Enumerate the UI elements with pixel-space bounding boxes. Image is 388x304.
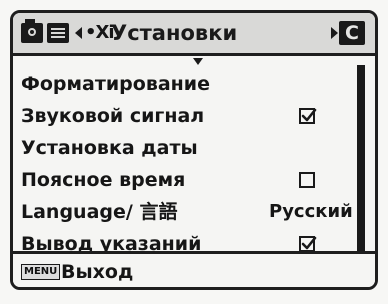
page-title: Установки xyxy=(111,21,238,45)
menu-item-date-setting[interactable]: Установка даты xyxy=(13,133,353,163)
menu-item-label: Форматирование xyxy=(21,73,210,95)
menu-button-key[interactable]: MENU xyxy=(21,264,61,280)
playback-line xyxy=(51,28,65,30)
menu-item-label: Поясное время xyxy=(21,169,186,191)
camera-hump-shape xyxy=(25,19,35,24)
camera-tab-icon[interactable] xyxy=(21,19,43,43)
timezone-checkbox[interactable] xyxy=(299,172,315,188)
playback-line xyxy=(51,32,65,34)
tab-right-arrow-icon[interactable] xyxy=(331,27,338,39)
setup-tab-icon[interactable]: •Xi xyxy=(85,23,115,43)
playback-tab-icon[interactable] xyxy=(47,23,69,43)
menu-item-label: Звуковой сигнал xyxy=(21,105,205,127)
scrollbar-thumb[interactable] xyxy=(357,65,365,251)
custom-tab[interactable]: C xyxy=(339,21,365,45)
beep-checkbox[interactable] xyxy=(299,108,317,124)
menu-item-label: Установка даты xyxy=(21,137,198,159)
menu-header: •Xi Установки C xyxy=(13,13,375,56)
menu-item-format[interactable]: Форматирование xyxy=(13,69,353,99)
language-value: Русский xyxy=(269,201,353,222)
menu-footer: MENU Выход xyxy=(13,251,375,287)
menu-item-language[interactable]: Language/ 言語 Русский xyxy=(13,197,353,227)
settings-menu-list: Форматирование Звуковой сигнал Установка… xyxy=(13,56,375,256)
camera-lens-shape xyxy=(28,28,36,36)
settings-panel: •Xi Установки C Форматирование Звуковой … xyxy=(10,10,378,290)
menu-item-timezone[interactable]: Поясное время xyxy=(13,165,353,195)
playback-line xyxy=(51,36,65,38)
tab-left-arrow-icon[interactable] xyxy=(75,27,82,39)
menu-item-beep[interactable]: Звуковой сигнал xyxy=(13,101,353,131)
camera-menu-screen: •Xi Установки C Форматирование Звуковой … xyxy=(0,0,388,304)
exit-label: Выход xyxy=(61,261,134,283)
scrollbar[interactable] xyxy=(357,65,365,251)
menu-item-label: Language/ 言語 xyxy=(21,201,178,223)
check-icon xyxy=(301,108,317,122)
guide-display-checkbox[interactable] xyxy=(299,236,317,252)
